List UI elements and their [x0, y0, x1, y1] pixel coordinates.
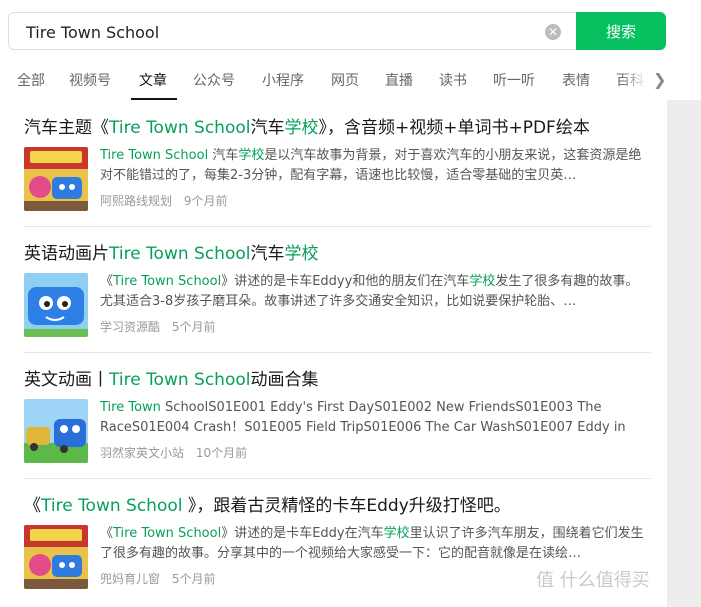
result-title[interactable]: 英文动画丨Tire Town School动画合集 — [24, 365, 651, 390]
keyword-highlight: 学校 — [284, 118, 319, 138]
clear-icon[interactable]: ✕ — [545, 24, 561, 40]
text-segment: 英语动画片 — [24, 244, 109, 264]
keyword-highlight: 学校 — [238, 148, 265, 163]
result-snippet: Tire Town School 汽车学校是以汽车故事为背景，对于喜欢汽车的小朋… — [100, 146, 651, 186]
list-item[interactable]: 汽车主题《Tire Town School汽车学校》，含音频+视频+单词书+PD… — [24, 100, 651, 227]
result-snippet: 《Tire Town School》讲述的是卡车Eddyy和他的朋友们在汽车学校… — [100, 272, 651, 312]
result-title[interactable]: 《Tire Town School 》，跟着古灵精怪的卡车Eddy升级打怪吧。 — [24, 491, 651, 516]
tab-official-accounts[interactable]: 公众号 — [193, 70, 235, 90]
publish-time: 10个月前 — [195, 446, 248, 460]
chevron-right-icon[interactable]: ❯ — [653, 70, 666, 89]
tab-listen[interactable]: 听一听 — [493, 70, 535, 90]
keyword-highlight: Tire Town School — [41, 496, 188, 516]
publish-time: 9个月前 — [183, 194, 228, 208]
tab-articles[interactable]: 文章 — [139, 70, 167, 90]
results-list: 汽车主题《Tire Town School汽车学校》，含音频+视频+单词书+PD… — [0, 100, 667, 607]
result-title[interactable]: 英语动画片Tire Town School汽车学校 — [24, 239, 651, 264]
keyword-highlight: Tire Town School — [113, 526, 222, 541]
result-meta: 兜妈育儿窗 5个月前 — [100, 570, 223, 587]
text-segment: 》讲述的是卡车Eddyy和他的朋友们在汽车 — [221, 274, 470, 289]
text-segment: 《 — [100, 274, 114, 289]
tab-live[interactable]: 直播 — [385, 70, 413, 90]
tab-books[interactable]: 读书 — [439, 70, 467, 90]
text-segment: 汽车 — [250, 118, 285, 138]
text-segment: 汽车主题《 — [24, 118, 109, 138]
tab-channels[interactable]: 视频号 — [69, 70, 111, 90]
text-segment: 英文动画丨 — [24, 370, 109, 390]
publish-time: 5个月前 — [171, 572, 216, 586]
keyword-highlight: 学校 — [383, 526, 410, 541]
keyword-highlight: Tire Town School — [113, 274, 222, 289]
text-segment: 动画合集 — [250, 370, 319, 390]
result-snippet: Tire Town SchoolS01E001 Eddy's First Day… — [100, 398, 651, 438]
result-snippet: 《Tire Town School》讲述的是卡车Eddy在汽车学校里认识了许多汽… — [100, 524, 651, 564]
keyword-highlight: Tire Town School — [109, 370, 251, 390]
text-segment: 《 — [100, 526, 114, 541]
search-button[interactable]: 搜索 — [576, 12, 666, 50]
result-meta: 阿熙路线规划 9个月前 — [100, 192, 235, 209]
publish-time: 5个月前 — [171, 320, 216, 334]
search-input[interactable] — [24, 13, 528, 51]
thumbnail[interactable] — [24, 399, 88, 463]
text-segment: 》讲述的是卡车Eddy在汽车 — [221, 526, 384, 541]
source-name[interactable]: 阿熙路线规划 — [100, 194, 172, 208]
search-box[interactable]: ✕ — [8, 12, 576, 51]
result-meta: 学习资源酷 5个月前 — [100, 318, 223, 335]
result-meta: 羽然家英文小站 10个月前 — [100, 444, 255, 461]
result-title[interactable]: 汽车主题《Tire Town School汽车学校》，含音频+视频+单词书+PD… — [24, 113, 651, 138]
thumbnail[interactable] — [24, 525, 88, 589]
text-segment: 》，跟着古灵精怪的卡车Eddy升级打怪吧。 — [187, 496, 511, 516]
text-segment: 汽车 — [208, 148, 239, 163]
list-item[interactable]: 英文动画丨Tire Town School动画合集 Tire Town Scho… — [24, 352, 651, 479]
text-segment: 《 — [24, 496, 41, 516]
thumbnail[interactable] — [24, 273, 88, 337]
source-name[interactable]: 兜妈育儿窗 — [100, 572, 160, 586]
tab-mini-programs[interactable]: 小程序 — [262, 70, 304, 90]
watermark: 值 什么值得买 — [536, 570, 650, 591]
thumbnail[interactable] — [24, 147, 88, 211]
text-segment: SchoolS01E001 Eddy's First DayS01E002 Ne… — [100, 400, 626, 435]
keyword-highlight: Tire Town School — [109, 118, 251, 138]
tab-stickers[interactable]: 表情 — [562, 70, 590, 90]
tab-all[interactable]: 全部 — [17, 70, 45, 90]
text-segment: 汽车 — [250, 244, 285, 264]
list-item[interactable]: 英语动画片Tire Town School汽车学校 《Tire Town Sch… — [24, 226, 651, 353]
tab-bar: 全部 视频号 文章 公众号 小程序 网页 直播 读书 听一听 表情 百科 ❯ — [0, 62, 701, 100]
text-segment: 》，含音频+视频+单词书+PDF绘本 — [318, 118, 590, 138]
keyword-highlight: 学校 — [284, 244, 319, 264]
keyword-highlight: Tire Town School — [109, 244, 251, 264]
source-name[interactable]: 学习资源酷 — [100, 320, 160, 334]
keyword-highlight: Tire Town — [100, 400, 161, 415]
source-name[interactable]: 羽然家英文小站 — [100, 446, 184, 460]
tab-web[interactable]: 网页 — [331, 70, 359, 90]
keyword-highlight: 学校 — [469, 274, 496, 289]
keyword-highlight: Tire Town School — [100, 148, 209, 163]
top-bar: ✕ 搜索 全部 视频号 文章 公众号 小程序 网页 直播 读书 听一听 表情 百… — [0, 0, 701, 100]
